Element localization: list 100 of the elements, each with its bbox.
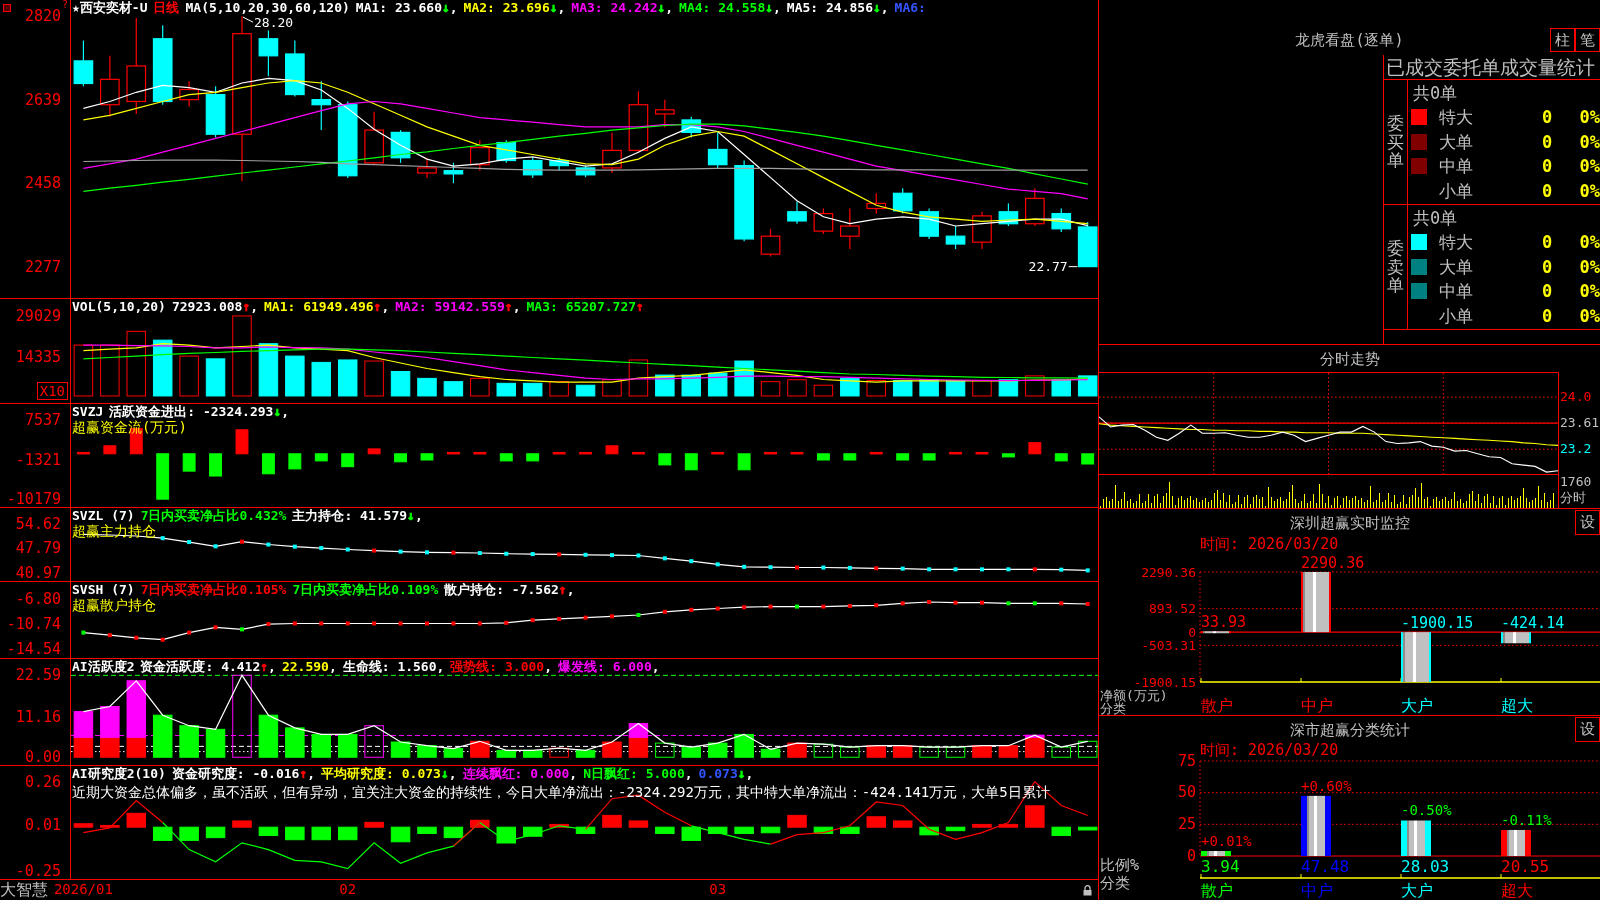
histogram-bar bbox=[787, 379, 807, 397]
indicator-label: MA(5,10,20,30,60,120) bbox=[185, 0, 350, 15]
point-marker bbox=[240, 539, 244, 544]
histogram-bar bbox=[628, 359, 649, 397]
order-count: 0 bbox=[1541, 232, 1553, 253]
histogram-bar bbox=[602, 814, 622, 828]
indicator-label: SVZJ bbox=[72, 404, 104, 419]
histogram-bar bbox=[655, 374, 675, 397]
order-size-label: 特大 bbox=[1439, 232, 1473, 253]
point-marker bbox=[557, 616, 562, 621]
axis-label: 2458 bbox=[24, 175, 61, 192]
histogram-bar bbox=[760, 381, 781, 397]
histogram-bar bbox=[73, 344, 94, 397]
histogram-bar bbox=[631, 451, 645, 455]
indicator-label: 7日内买卖净占比0.105% bbox=[140, 582, 287, 597]
histogram-bar bbox=[998, 823, 1019, 828]
indicator-label: SVSH (7) bbox=[72, 582, 135, 597]
candlestick bbox=[1051, 207, 1072, 233]
histogram-bar bbox=[73, 823, 94, 828]
axis-label: -0.25 bbox=[15, 862, 61, 879]
order-count: 0 bbox=[1541, 180, 1553, 201]
histogram-bar bbox=[314, 453, 328, 462]
histogram-bar bbox=[261, 453, 275, 475]
histogram-bar bbox=[364, 725, 384, 758]
histogram-bar bbox=[1001, 453, 1015, 458]
histogram-bar bbox=[760, 826, 781, 834]
histogram-bar bbox=[182, 453, 196, 472]
histogram-bar bbox=[549, 823, 569, 828]
histogram-bar bbox=[1077, 740, 1098, 758]
brand-label: 大智慧 bbox=[0, 880, 48, 900]
histogram-bar bbox=[1025, 375, 1045, 397]
histogram-bar bbox=[549, 747, 569, 758]
lock-icon[interactable] bbox=[1083, 885, 1092, 896]
histogram-bar bbox=[972, 823, 992, 828]
point-marker bbox=[477, 621, 482, 626]
value-label: -1900.15 bbox=[1401, 616, 1474, 632]
candlestick bbox=[311, 80, 332, 131]
price-annotation: 28.20 bbox=[254, 15, 294, 31]
candlestick bbox=[655, 99, 675, 128]
chart-bar bbox=[1501, 632, 1531, 644]
settings-button[interactable]: 设 bbox=[1575, 717, 1600, 742]
category-label: 超大 bbox=[1501, 882, 1533, 899]
histogram-bar bbox=[707, 742, 728, 758]
value-label: 3.94 bbox=[1201, 858, 1240, 875]
view-toggle-button[interactable]: 柱 bbox=[1550, 28, 1575, 52]
point-marker bbox=[451, 550, 456, 555]
axis-label: 22.59 bbox=[15, 667, 61, 684]
histogram-bar bbox=[1051, 826, 1071, 837]
histogram-bar bbox=[179, 826, 199, 841]
order-size-label: 大单 bbox=[1439, 256, 1473, 277]
category-label: 散户 bbox=[1201, 882, 1233, 899]
histogram-bar bbox=[126, 330, 147, 397]
point-marker bbox=[980, 600, 984, 605]
panel-title: 分时走势 bbox=[1319, 349, 1380, 368]
histogram-bar bbox=[866, 816, 886, 828]
point-marker bbox=[847, 565, 852, 570]
histogram-bar bbox=[443, 748, 464, 758]
change-label: +0.01% bbox=[1201, 834, 1252, 849]
indicator-reading: 活跃资金进出: -2324.293↓, bbox=[109, 404, 290, 419]
candlestick bbox=[813, 207, 834, 235]
indicator-label: AI研究度2(10) bbox=[72, 766, 166, 781]
point-marker bbox=[213, 544, 218, 549]
value-label: 33.93 bbox=[1201, 615, 1247, 631]
point-marker bbox=[1059, 567, 1064, 572]
axis-label: 0.00 bbox=[24, 749, 61, 766]
histogram-bar bbox=[684, 453, 698, 471]
point-marker bbox=[134, 635, 139, 640]
histogram-bar bbox=[866, 380, 886, 397]
axis-label: -1321 bbox=[15, 451, 61, 468]
help-mark[interactable]: ? bbox=[62, 0, 69, 10]
candlestick bbox=[364, 111, 384, 166]
view-toggle-button[interactable]: 笔 bbox=[1575, 28, 1600, 52]
point-marker bbox=[1085, 601, 1090, 606]
point-marker bbox=[980, 567, 984, 572]
value-label: 20.55 bbox=[1501, 858, 1550, 875]
histogram-bar bbox=[813, 743, 834, 758]
indicator-reading: MA1: 23.660↓, bbox=[355, 0, 458, 15]
leader-line bbox=[1068, 266, 1078, 268]
order-size-label: 中单 bbox=[1439, 156, 1473, 177]
settings-button[interactable]: 设 bbox=[1575, 510, 1600, 535]
group-label: 委买单 bbox=[1387, 113, 1404, 171]
square-icon bbox=[3, 4, 11, 12]
histogram-bar bbox=[605, 445, 619, 455]
candlestick bbox=[945, 225, 966, 250]
category-label: 大户 bbox=[1401, 882, 1433, 899]
histogram-bar bbox=[575, 826, 596, 834]
histogram-bar bbox=[1077, 826, 1098, 831]
histogram-bar bbox=[258, 343, 279, 397]
axis-title: 分类 bbox=[1100, 876, 1130, 891]
table-title: 已成交委托单成交量统计 bbox=[1384, 55, 1600, 80]
indicator-label: 日线 bbox=[153, 0, 180, 15]
point-marker bbox=[451, 621, 456, 626]
histogram-bar bbox=[311, 733, 331, 758]
histogram-bar bbox=[156, 453, 170, 500]
value-label: 47.48 bbox=[1301, 858, 1350, 875]
histogram-bar bbox=[205, 358, 226, 397]
histogram-bar bbox=[311, 826, 331, 841]
point-marker bbox=[319, 621, 324, 626]
histogram-bar bbox=[843, 453, 857, 461]
histogram-bar bbox=[420, 453, 434, 461]
